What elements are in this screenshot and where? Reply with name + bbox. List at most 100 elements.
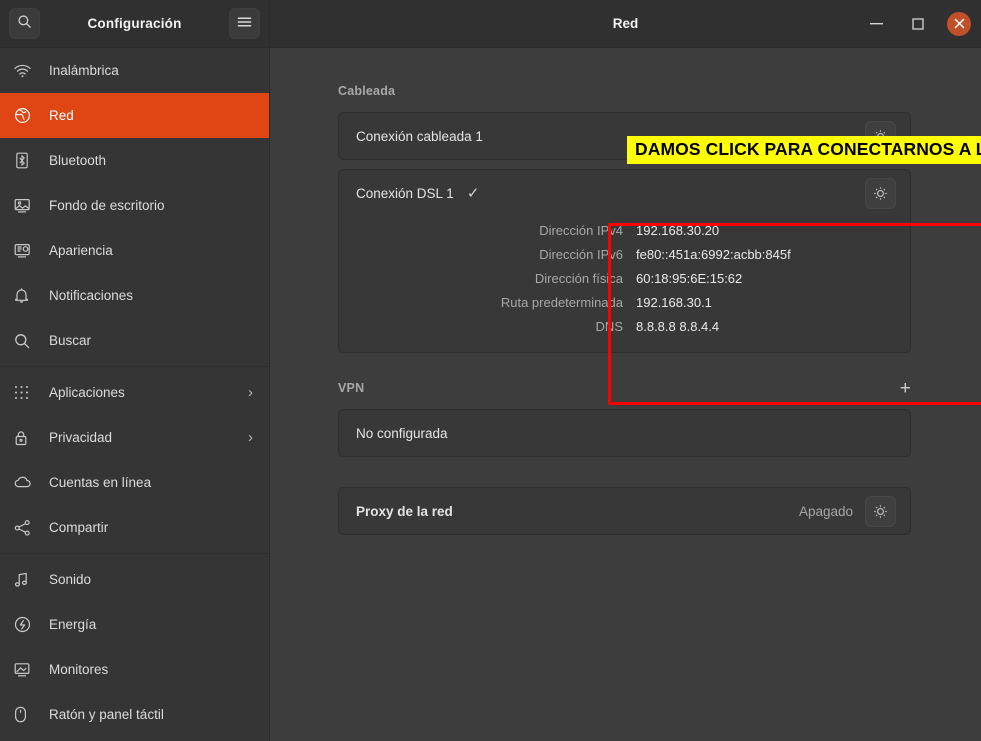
- gear-icon: [873, 504, 888, 519]
- bluetooth-icon: [14, 150, 40, 172]
- sidebar-item-label: Apariencia: [49, 243, 253, 258]
- detail-label: Dirección IPv6: [356, 247, 636, 262]
- sidebar-item-label: Ratón y panel táctil: [49, 707, 253, 722]
- connected-check-icon: ✓: [467, 184, 480, 202]
- connection-name: Conexión cableada 1: [356, 129, 483, 144]
- grid-apps-icon: [14, 382, 40, 404]
- detail-value: 60:18:95:6E:15:62: [636, 271, 742, 286]
- lock-icon: [14, 427, 40, 449]
- sidebar: Configuración: [0, 0, 270, 741]
- network-icon: [14, 105, 40, 127]
- displays-icon: [14, 659, 40, 681]
- cloud-icon: [14, 472, 40, 494]
- sidebar-item-apariencia[interactable]: Apariencia: [0, 228, 269, 273]
- detail-value: 192.168.30.20: [636, 223, 719, 238]
- settings-window: Configuración: [0, 0, 981, 741]
- add-vpn-button[interactable]: +: [900, 379, 911, 398]
- sidebar-separator: [0, 366, 269, 367]
- sidebar-item-privacidad[interactable]: Privacidad ›: [0, 415, 269, 460]
- appearance-icon: [14, 240, 40, 262]
- connection-row[interactable]: Conexión DSL 1 ✓: [339, 170, 910, 216]
- minimize-button[interactable]: [863, 11, 889, 37]
- sidebar-item-label: Monitores: [49, 662, 253, 677]
- sidebar-header: Configuración: [0, 0, 269, 48]
- bell-icon: [14, 285, 40, 307]
- power-icon: [14, 614, 40, 636]
- sidebar-item-buscar[interactable]: Buscar: [0, 318, 269, 363]
- vpn-section-label: VPN: [338, 381, 364, 395]
- proxy-row-actions: Apagado: [799, 496, 896, 527]
- vpn-card[interactable]: No configurada: [338, 409, 911, 457]
- sidebar-item-label: Fondo de escritorio: [49, 198, 253, 213]
- network-settings-content: Cableada Conexión cableada 1: [270, 48, 981, 741]
- sidebar-item-monitores[interactable]: Monitores: [0, 647, 269, 692]
- wired-section-header: Cableada: [338, 78, 911, 104]
- chevron-right-icon: ›: [248, 430, 253, 445]
- sidebar-item-red[interactable]: Red: [0, 93, 269, 138]
- detail-value: fe80::451a:6992:acbb:845f: [636, 247, 791, 262]
- sidebar-item-compartir[interactable]: Compartir: [0, 505, 269, 550]
- sidebar-item-label: Red: [49, 108, 253, 123]
- detail-value: 8.8.8.8 8.8.4.4: [636, 319, 719, 334]
- wired-section-label: Cableada: [338, 84, 395, 98]
- window-controls: [863, 11, 971, 37]
- sidebar-item-notificaciones[interactable]: Notificaciones: [0, 273, 269, 318]
- window-titlebar: Red: [270, 0, 981, 48]
- sidebar-item-aplicaciones[interactable]: Aplicaciones ›: [0, 370, 269, 415]
- search-button[interactable]: [9, 8, 40, 39]
- sidebar-item-label: Energía: [49, 617, 253, 632]
- proxy-row[interactable]: Proxy de la red Apagado: [339, 488, 910, 534]
- detail-label: Dirección física: [356, 271, 636, 286]
- connection-row-actions: [865, 178, 896, 209]
- main-panel: Red Cableada: [270, 0, 981, 741]
- share-icon: [14, 517, 40, 539]
- maximize-button[interactable]: [905, 11, 931, 37]
- search-icon: [17, 14, 32, 34]
- hamburger-menu-icon: [237, 15, 252, 33]
- detail-row: Ruta predeterminada 192.168.30.1: [356, 290, 896, 314]
- sidebar-separator: [0, 553, 269, 554]
- detail-label: Ruta predeterminada: [356, 295, 636, 310]
- sidebar-item-bluetooth[interactable]: Bluetooth: [0, 138, 269, 183]
- sidebar-item-sonido[interactable]: Sonido: [0, 557, 269, 602]
- vpn-section-header: VPN +: [338, 375, 911, 401]
- sound-note-icon: [14, 569, 40, 591]
- proxy-settings-button[interactable]: [865, 496, 896, 527]
- sidebar-item-label: Compartir: [49, 520, 253, 535]
- sidebar-item-label: Privacidad: [49, 430, 248, 445]
- close-button[interactable]: [947, 12, 971, 36]
- vpn-row[interactable]: No configurada: [339, 410, 910, 456]
- sidebar-item-fondo-de-escritorio[interactable]: Fondo de escritorio: [0, 183, 269, 228]
- yellow-instruction-annotation: DAMOS CLICK PARA CONECTARNOS A LA CONEXI…: [627, 136, 981, 164]
- connection-settings-button[interactable]: [865, 178, 896, 209]
- detail-label: Dirección IPv4: [356, 223, 636, 238]
- proxy-name: Proxy de la red: [356, 504, 453, 519]
- connection-details: Dirección IPv4 192.168.30.20 Dirección I…: [339, 216, 910, 352]
- sidebar-item-energia[interactable]: Energía: [0, 602, 269, 647]
- chevron-right-icon: ›: [248, 385, 253, 400]
- wallpaper-icon: [14, 195, 40, 217]
- sidebar-item-label: Sonido: [49, 572, 253, 587]
- search-icon: [14, 330, 40, 352]
- detail-label: DNS: [356, 319, 636, 334]
- connection-name: Conexión DSL 1: [356, 186, 454, 201]
- sidebar-item-label: Inalámbrica: [49, 63, 253, 78]
- sidebar-item-cuentas-en-linea[interactable]: Cuentas en línea: [0, 460, 269, 505]
- detail-value: 192.168.30.1: [636, 295, 712, 310]
- main-menu-button[interactable]: [229, 8, 260, 39]
- gear-icon: [873, 186, 888, 201]
- sidebar-item-label: Cuentas en línea: [49, 475, 253, 490]
- proxy-status: Apagado: [799, 504, 853, 519]
- sidebar-item-raton-y-panel-tactil[interactable]: Ratón y panel táctil: [0, 692, 269, 737]
- sidebar-item-list: Inalámbrica Red: [0, 48, 269, 741]
- detail-row: Dirección IPv6 fe80::451a:6992:acbb:845f: [356, 242, 896, 266]
- proxy-card[interactable]: Proxy de la red Apagado: [338, 487, 911, 535]
- sidebar-item-label: Buscar: [49, 333, 253, 348]
- sidebar-item-inalambrica[interactable]: Inalámbrica: [0, 48, 269, 93]
- detail-row: Dirección IPv4 192.168.30.20: [356, 218, 896, 242]
- wifi-icon: [14, 60, 40, 82]
- sidebar-item-label: Aplicaciones: [49, 385, 248, 400]
- mouse-icon: [14, 704, 40, 726]
- wired-connection-card-2[interactable]: Conexión DSL 1 ✓ Dirección IPv4: [338, 169, 911, 353]
- vpn-status: No configurada: [356, 426, 448, 441]
